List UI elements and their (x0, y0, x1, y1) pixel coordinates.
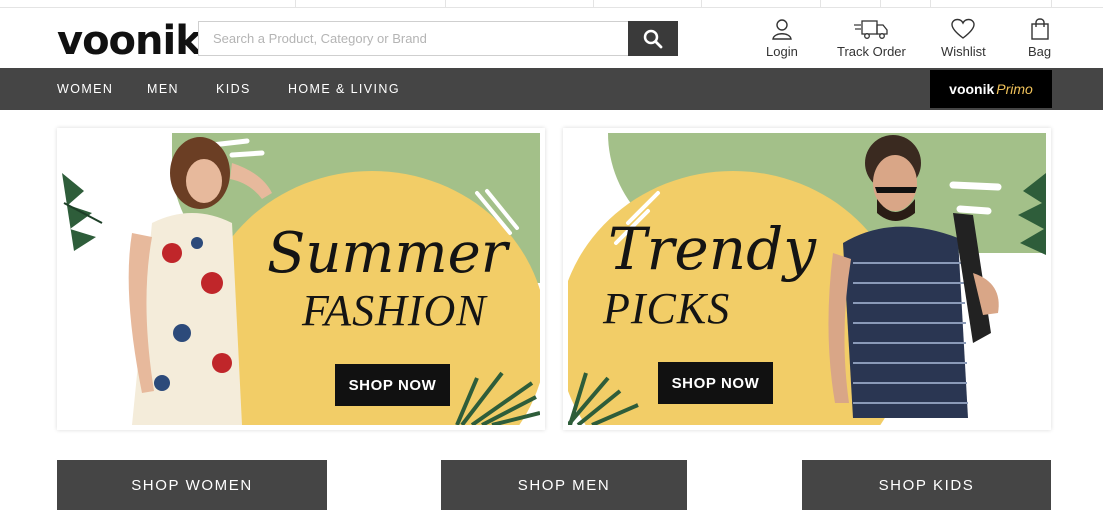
banner-title-script: Summer (267, 221, 508, 286)
top-strip (0, 0, 1103, 8)
track-order-button[interactable]: Track Order (837, 18, 906, 59)
shop-men-button[interactable]: SHOP MEN (441, 460, 687, 510)
shop-women-button[interactable]: SHOP WOMEN (57, 460, 327, 510)
man-model-image (828, 135, 999, 418)
shop-now-button[interactable]: SHOP NOW (658, 362, 773, 404)
banner-title-caps: PICKS (603, 284, 731, 333)
header: voonik Login Track Order (0, 8, 1103, 68)
logo[interactable]: voonik (57, 18, 202, 64)
track-order-label: Track Order (837, 44, 906, 59)
nav-kids[interactable]: KIDS (216, 82, 251, 96)
search-icon (643, 29, 663, 48)
banner-trendy-picks[interactable]: Trendy PICKS SHOP NOW (563, 128, 1051, 430)
banner-summer-fashion[interactable]: Summer FASHION SHOP NOW (57, 128, 545, 430)
banner-summer-fashion-image: Summer FASHION SHOP NOW (62, 133, 540, 425)
primo-brand: voonik (949, 81, 995, 97)
banner-title-caps: FASHION (302, 286, 487, 335)
nav-men[interactable]: MEN (147, 82, 179, 96)
heart-icon (951, 18, 976, 39)
nav-women[interactable]: WOMEN (57, 82, 113, 96)
wishlist-button[interactable]: Wishlist (941, 18, 986, 59)
shop-now-button[interactable]: SHOP NOW (335, 364, 450, 406)
banner-trendy-picks-image: Trendy PICKS SHOP NOW (568, 133, 1046, 425)
bag-label: Bag (1028, 44, 1052, 59)
login-label: Login (766, 44, 798, 59)
banner-title-script: Trendy (608, 215, 816, 283)
search-bar (198, 21, 678, 56)
bag-button[interactable]: Bag (1028, 18, 1051, 59)
wishlist-label: Wishlist (941, 44, 986, 59)
nav-home-living[interactable]: HOME & LIVING (288, 82, 400, 96)
woman-model-image (128, 137, 272, 425)
voonik-primo-link[interactable]: voonik Primo (930, 70, 1052, 108)
bag-icon (1030, 18, 1049, 40)
primo-suffix: Primo (996, 81, 1033, 97)
search-button[interactable] (628, 21, 678, 56)
truck-icon (854, 20, 889, 39)
user-icon (772, 19, 792, 40)
shop-kids-button[interactable]: SHOP KIDS (802, 460, 1051, 510)
login-button[interactable]: Login (766, 18, 798, 59)
category-nav: WOMEN MEN KIDS HOME & LIVING voonik Prim… (0, 68, 1103, 110)
search-input[interactable] (199, 22, 628, 55)
